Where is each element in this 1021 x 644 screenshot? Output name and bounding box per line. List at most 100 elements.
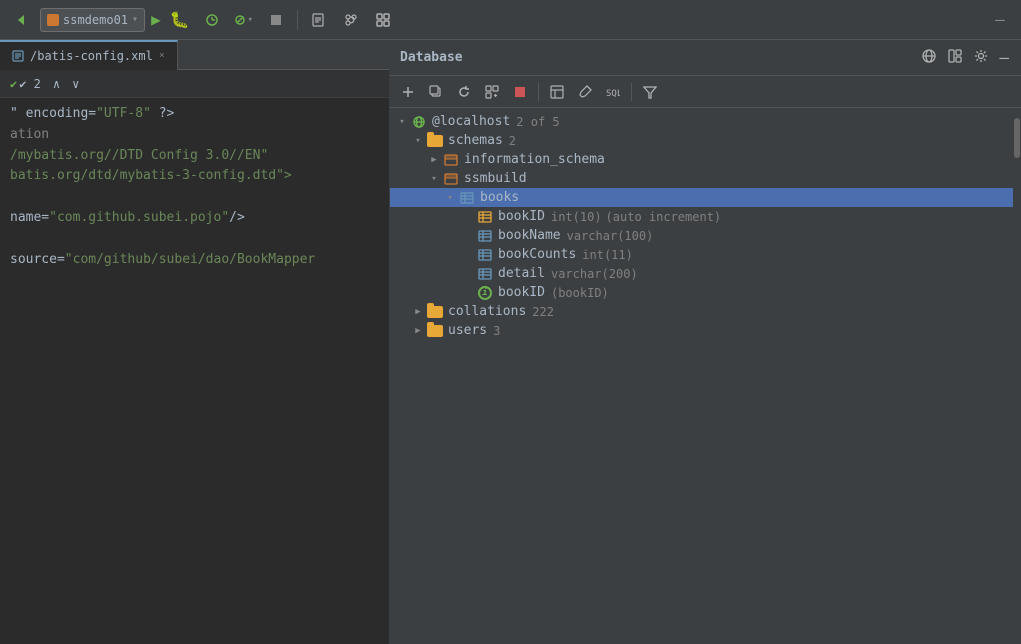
session-name: ssmdemo01 [63,13,128,27]
bookCounts-col-type: int(11) [582,248,633,262]
arrow-schemas: ▾ [410,136,426,146]
localhost-label: @localhost [432,114,510,129]
database-title: Database [400,50,463,65]
up-action[interactable]: ∧ [49,75,64,93]
editor-tab-mybatis-config[interactable]: /batis-config.xml × [0,40,178,70]
editor-action-bar: ✔ ✔ 2 ∧ ∨ [0,70,389,98]
tree-item-books[interactable]: ▾ books [390,188,1013,207]
play-button[interactable]: ▶ [151,10,161,29]
tree-item-ssmbuild[interactable]: ▾ ssmbuild [390,169,1013,188]
xml-file-icon [12,50,24,62]
stop-query-button[interactable] [508,80,532,104]
code-line-5 [10,187,379,208]
session-dot [47,14,59,26]
tree-item-localhost[interactable]: ▾ @localhost 2 of 5 [390,112,1013,131]
arrow-users: ▶ [410,326,426,336]
check-action[interactable]: ✔ ✔ 2 [6,75,45,93]
profile-button[interactable] [199,7,225,33]
add-datasource-button[interactable] [396,80,420,104]
schema-sync-button[interactable] [480,80,504,104]
code-line-4: batis.org/dtd/mybatis-3-config.dtd"> [10,166,379,187]
toolbar-separator-2 [631,83,632,101]
editor-tab-close[interactable]: × [159,50,165,61]
localhost-meta: 2 of 5 [516,115,559,129]
information-schema-label: information_schema [464,152,605,167]
bookID-index-label: bookID [498,285,545,300]
arrow-ssmbuild: ▾ [426,174,442,184]
detail-col-label: detail [498,266,545,281]
users-folder-icon [426,325,444,337]
collations-label: collations [448,304,526,319]
code-line-3: /mybatis.org//DTD Config 3.0//EN" [10,146,379,167]
check-icon: ✔ [10,77,17,91]
books-label: books [480,190,519,205]
bookCounts-col-icon [476,249,494,261]
bookCounts-col-label: bookCounts [498,247,576,262]
bookID-col-icon [476,211,494,223]
code-line-8: source="com/github/subei/dao/BookMapper [10,250,379,271]
bookID-col-label: bookID [498,209,545,224]
arrow-books: ▾ [442,193,458,203]
ssmbuild-label: ssmbuild [464,171,527,186]
tree-item-bookName[interactable]: ▶ bookName varchar(100) [390,226,1013,245]
tree-item-schemas[interactable]: ▾ schemas 2 [390,131,1013,150]
globe-icon[interactable] [919,46,939,70]
editor-panel: /batis-config.xml × ✔ ✔ 2 ∧ ∨ " encoding… [0,40,390,644]
down-action[interactable]: ∨ [68,75,83,93]
toolbar-separator-1 [538,83,539,101]
duplicate-button[interactable] [424,80,448,104]
edit-button[interactable] [573,80,597,104]
tree-item-bookID-index[interactable]: ▶ i bookID (bookID) [390,283,1013,302]
refresh-button[interactable] [452,80,476,104]
debug-button[interactable]: 🐛 [167,7,193,33]
arrow-collations: ▶ [410,307,426,317]
filter-button[interactable] [638,80,662,104]
collations-folder-icon [426,306,444,318]
sql-button[interactable]: SQL [601,80,625,104]
session-selector[interactable]: ssmdemo01 ▾ [40,8,145,32]
users-label: users [448,323,487,338]
extra-button[interactable] [370,7,396,33]
table-view-button[interactable] [545,80,569,104]
tree-item-users[interactable]: ▶ users 3 [390,321,1013,340]
back-button[interactable] [8,7,34,33]
books-table-icon [458,192,476,204]
editor-tab-label: /batis-config.xml [30,49,153,63]
tree-item-bookID[interactable]: ▶ bookID int(10) (auto increment) [390,207,1013,226]
tree-item-bookCounts[interactable]: ▶ bookCounts int(11) [390,245,1013,264]
editor-content[interactable]: " encoding="UTF-8" ?> ation /mybatis.org… [0,98,389,644]
detail-col-icon [476,268,494,280]
close-icon[interactable]: — [997,46,1011,69]
code-line-7 [10,229,379,250]
minimize-button[interactable]: — [987,7,1013,33]
code-line-6: name="com.github.subei.pojo"/> [10,208,379,229]
tree-scrollbar[interactable] [1013,108,1021,644]
scroll-thumb[interactable] [1014,118,1020,158]
bookID-index-icon: i [476,286,494,300]
toolbar-separator [297,10,298,30]
main-area: /batis-config.xml × ✔ ✔ 2 ∧ ∨ " encoding… [0,40,1021,644]
database-toolbar: SQL [390,76,1021,108]
tree-item-collations[interactable]: ▶ collations 222 [390,302,1013,321]
bookName-col-icon [476,230,494,242]
coverage-dropdown[interactable]: ▾ [231,7,257,33]
layout-icon[interactable] [945,46,965,70]
settings-icon[interactable] [971,46,991,70]
bookName-col-type: varchar(100) [567,229,654,243]
tree-item-information-schema[interactable]: ▶ information_schema [390,150,1013,169]
git-button[interactable] [338,7,364,33]
stop-button[interactable] [263,7,289,33]
coverage-report-button[interactable] [306,7,332,33]
information-schema-icon [442,153,460,167]
users-count: 3 [493,324,500,338]
database-tree[interactable]: ▾ @localhost 2 of 5 ▾ [390,108,1013,644]
database-header-icons: — [919,46,1011,70]
database-header: Database [390,40,1021,76]
database-panel: Database [390,40,1021,644]
tree-container: ▾ @localhost 2 of 5 ▾ [390,108,1021,644]
tree-item-detail[interactable]: ▶ detail varchar(200) [390,264,1013,283]
detail-col-type: varchar(200) [551,267,638,281]
bookID-index-meta: (bookID) [551,286,609,300]
top-toolbar: ssmdemo01 ▾ ▶ 🐛 ▾ [0,0,1021,40]
bookID-col-extra: (auto increment) [606,210,722,224]
